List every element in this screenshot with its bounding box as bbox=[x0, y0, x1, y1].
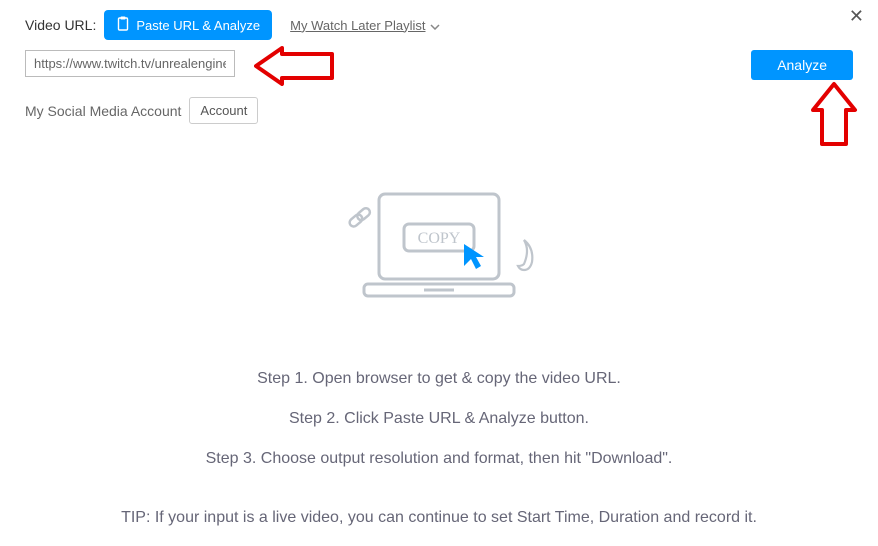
paste-analyze-button[interactable]: Paste URL & Analyze bbox=[104, 10, 272, 40]
account-label: My Social Media Account bbox=[25, 103, 181, 119]
step-3: Step 3. Choose output resolution and for… bbox=[0, 439, 878, 479]
step-1: Step 1. Open browser to get & copy the v… bbox=[0, 359, 878, 399]
instruction-illustration: COPY bbox=[0, 184, 878, 329]
paste-analyze-label: Paste URL & Analyze bbox=[136, 18, 260, 33]
step-2: Step 2. Click Paste URL & Analyze button… bbox=[0, 399, 878, 439]
chevron-down-icon bbox=[430, 18, 440, 33]
watch-later-link[interactable]: My Watch Later Playlist bbox=[290, 18, 439, 33]
account-row: My Social Media Account Account bbox=[0, 77, 878, 124]
analyze-button[interactable]: Analyze bbox=[751, 50, 853, 80]
close-icon[interactable]: ✕ bbox=[849, 6, 864, 27]
account-button[interactable]: Account bbox=[189, 97, 258, 124]
copy-text: COPY bbox=[418, 230, 461, 247]
url-row bbox=[0, 40, 878, 77]
watch-later-label: My Watch Later Playlist bbox=[290, 18, 425, 33]
tip-text: TIP: If your input is a live video, you … bbox=[0, 509, 878, 527]
instruction-steps: Step 1. Open browser to get & copy the v… bbox=[0, 359, 878, 479]
video-url-label: Video URL: bbox=[25, 17, 96, 33]
clipboard-icon bbox=[116, 16, 130, 34]
url-input[interactable] bbox=[25, 50, 235, 77]
top-bar: Video URL: Paste URL & Analyze My Watch … bbox=[0, 0, 878, 40]
